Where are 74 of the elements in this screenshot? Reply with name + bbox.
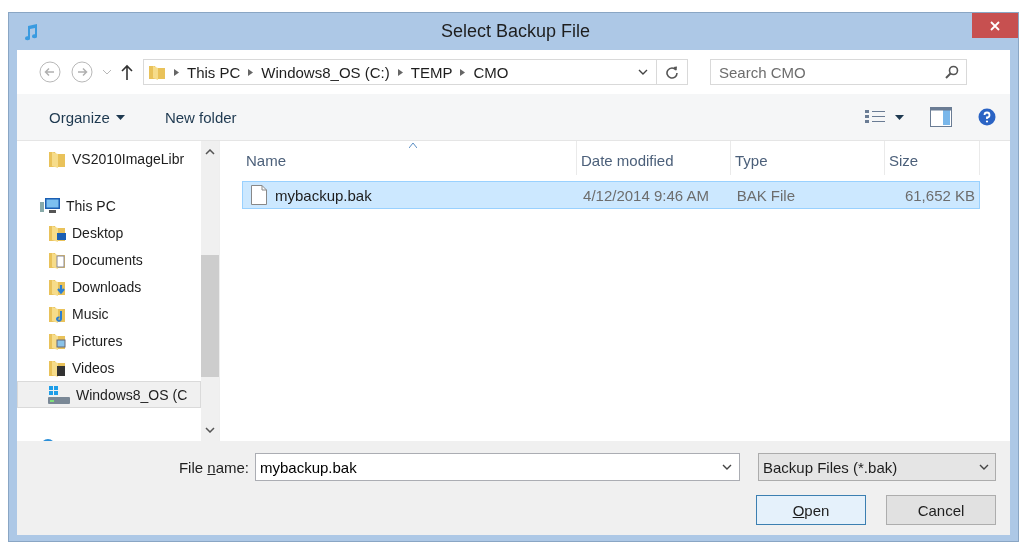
file-row[interactable]: mybackup.bak 4/12/2014 9:46 AM BAK File 61,652 KB	[242, 181, 980, 209]
nav-item[interactable]: Desktop	[17, 219, 201, 246]
nav-item-label: This PC	[66, 197, 116, 214]
breadcrumb[interactable]: This PC	[187, 63, 241, 81]
scroll-up-icon[interactable]	[205, 149, 215, 155]
file-type: BAK File	[735, 186, 796, 204]
folder-icon	[48, 277, 66, 296]
dropdown-icon[interactable]	[722, 464, 732, 470]
scroll-down-icon[interactable]	[205, 427, 215, 433]
scrollbar[interactable]	[201, 141, 219, 441]
nav-item-label: VS2010ImageLibr	[72, 150, 185, 167]
breadcrumb[interactable]: Windows8_OS (C:)	[261, 63, 390, 81]
chevron-icon	[174, 68, 179, 76]
nav-item-label: Windows8_OS (C	[76, 386, 188, 403]
nav-item-label: Downloads	[72, 278, 142, 295]
caret-icon[interactable]	[895, 114, 904, 120]
search-icon	[945, 65, 959, 79]
column-header[interactable]: Size	[885, 141, 980, 175]
chevron-icon	[397, 68, 403, 76]
file-name: mybackup.bak	[275, 186, 372, 204]
folder-icon	[148, 63, 166, 81]
breadcrumb[interactable]: CMO	[473, 63, 509, 81]
address-bar[interactable]: This PC Windows8_OS (C:) TEMP CMO	[143, 59, 688, 85]
nav-item-label: Pictures	[72, 332, 123, 349]
folder-icon	[48, 358, 66, 377]
column-header[interactable]: Name	[242, 141, 577, 175]
nav-item-label: Videos	[72, 359, 115, 376]
drive-icon	[48, 385, 70, 404]
folder-icon	[48, 250, 66, 269]
chevron-icon	[248, 68, 254, 76]
nav-item-label: Music	[72, 305, 109, 322]
column-header[interactable]: Date modified	[577, 141, 731, 175]
folder-icon	[48, 331, 66, 350]
help-icon[interactable]	[978, 108, 996, 126]
folder-icon	[48, 223, 66, 242]
caret-icon	[979, 464, 989, 470]
cancel-button[interactable]: Cancel	[886, 495, 996, 525]
nav-item[interactable]: Pictures	[17, 327, 201, 354]
music-note-icon	[23, 22, 39, 41]
file-name-field[interactable]: mybackup.bak	[255, 453, 740, 481]
refresh-icon	[665, 65, 679, 79]
file-size: 61,652 KB	[903, 186, 976, 204]
breadcrumb[interactable]: TEMP	[410, 63, 453, 81]
date-modified: 4/12/2014 9:46 AM	[582, 186, 710, 204]
folder-icon	[48, 304, 66, 323]
nav-item-label: Desktop	[72, 224, 124, 241]
open-button[interactable]: Open	[756, 495, 866, 525]
nav-item[interactable]: VS2010ImageLibr	[17, 145, 201, 172]
view-list-icon[interactable]	[865, 109, 885, 125]
file-name-label: File name:	[178, 458, 249, 476]
chevron-icon	[460, 68, 466, 76]
new-folder-button[interactable]: New folder	[156, 104, 245, 130]
nav-item[interactable]: This PC	[17, 192, 201, 219]
nav-item[interactable]: Videos	[17, 354, 201, 381]
window-title: Select Backup File	[439, 21, 592, 42]
nav-item[interactable]: Documents	[17, 246, 201, 273]
nav-item[interactable]: Downloads	[17, 273, 201, 300]
up-arrow-icon[interactable]	[121, 64, 133, 80]
nav-item[interactable]: Music	[17, 300, 201, 327]
nav-item[interactable]: Windows8_OS (C	[17, 381, 201, 408]
folder-icon	[48, 149, 66, 168]
scrollbar-thumb[interactable]	[201, 255, 219, 377]
organize-menu-button[interactable]: Organize	[41, 104, 133, 130]
close-button[interactable]	[972, 13, 1018, 38]
nav-item-label: Documents	[72, 251, 143, 268]
close-icon	[990, 20, 1000, 31]
preview-pane-icon[interactable]	[930, 107, 952, 127]
caret-icon	[115, 114, 125, 120]
file-icon	[251, 185, 267, 205]
computer-icon	[40, 197, 60, 214]
column-header[interactable]: Type	[731, 141, 885, 175]
search-field[interactable]: Search CMO	[710, 59, 967, 85]
file-type-dropdown[interactable]: Backup Files (*.bak)	[758, 453, 996, 481]
dropdown-icon[interactable]	[638, 69, 648, 75]
